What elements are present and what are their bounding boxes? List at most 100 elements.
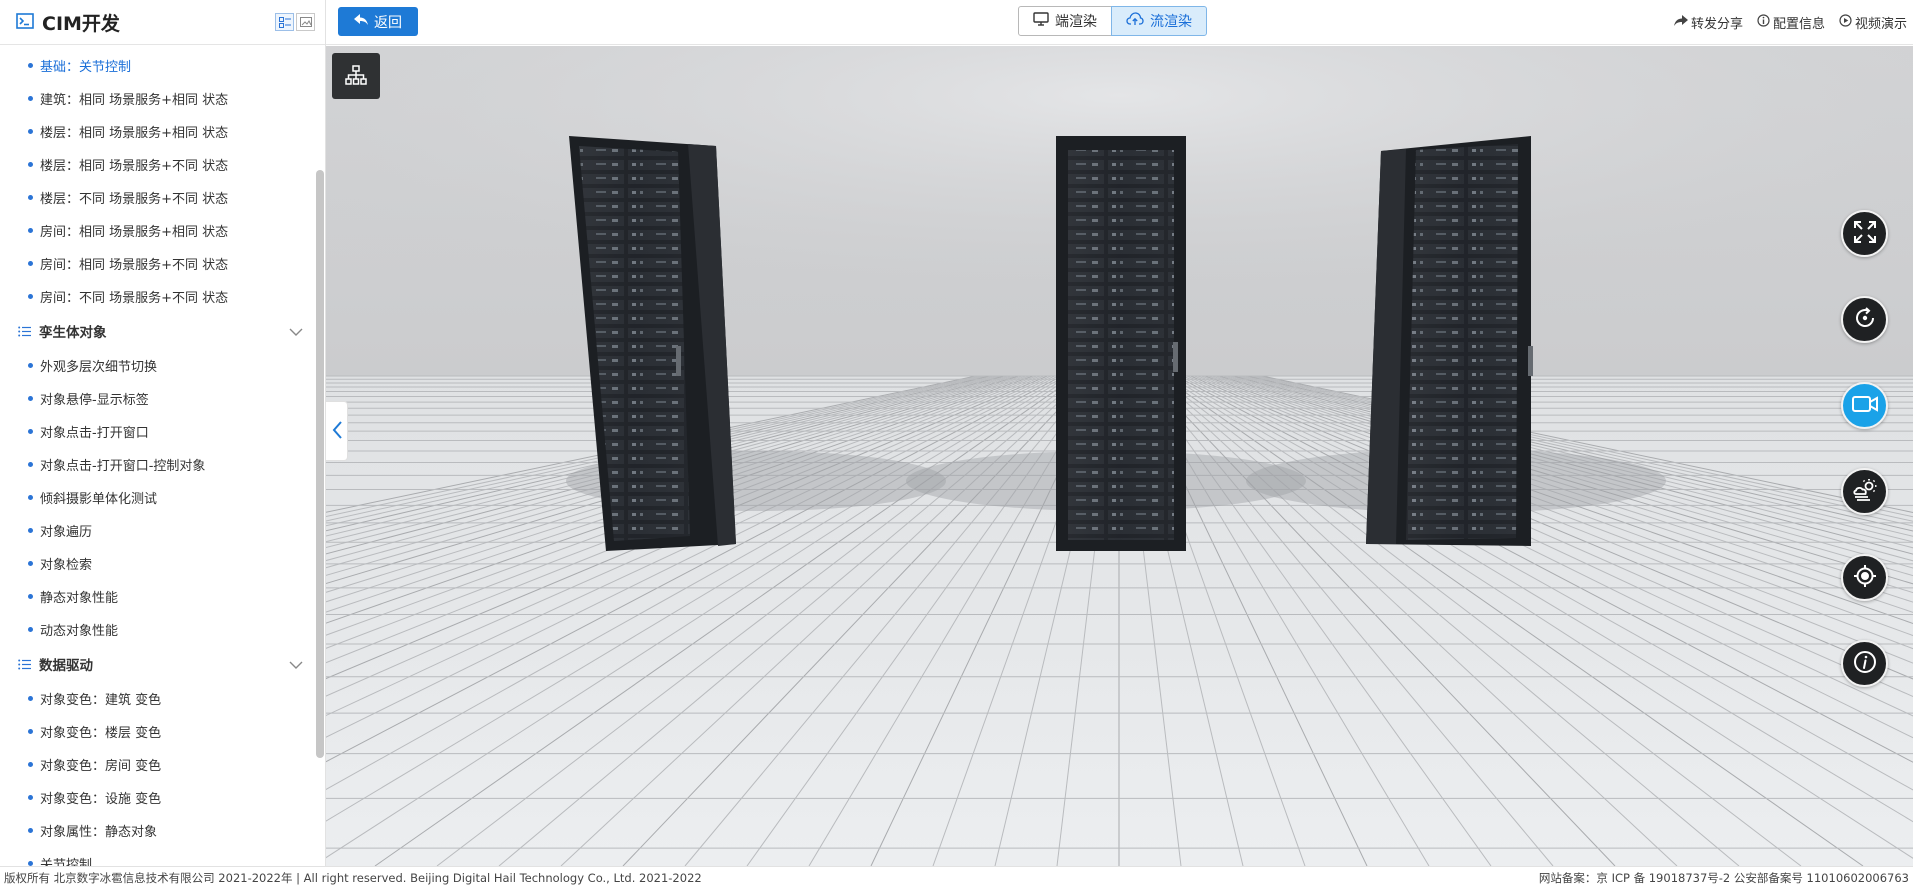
sidebar-item[interactable]: 关节控制: [0, 847, 325, 866]
rotate-icon: [1853, 306, 1877, 333]
bullet-icon: [28, 729, 33, 734]
bullet-icon: [28, 162, 33, 167]
icp-text: 网站备案：京 ICP 备 19018737号-2 公安部备案号 11010602…: [1538, 871, 1909, 885]
locate-button[interactable]: [1841, 554, 1888, 601]
sidebar-item[interactable]: 房间：相同 场景服务+不同 状态: [0, 247, 325, 280]
sidebar-item[interactable]: 对象变色：建筑 变色: [0, 682, 325, 715]
client-render-button[interactable]: 端渲染: [1018, 6, 1112, 36]
weather-icon: [1852, 478, 1878, 505]
sidebar-group-label: 数据驱动: [39, 658, 93, 674]
top-links: 转发分享 配置信息 视频演示: [1673, 13, 1907, 32]
bullet-icon: [28, 363, 33, 368]
monitor-icon: [1033, 12, 1049, 30]
sidebar-item-label: 对象点击-打开窗口: [40, 426, 149, 441]
sidebar-item[interactable]: 基础：关节控制: [0, 49, 325, 82]
sidebar-item-label: 建筑：相同 场景服务+相同 状态: [40, 93, 229, 108]
bullet-icon: [28, 696, 33, 701]
sidebar-item-label: 对象变色：建筑 变色: [40, 693, 162, 708]
share-link[interactable]: 转发分享: [1673, 13, 1743, 32]
locate-icon: [1853, 564, 1877, 591]
client-render-label: 端渲染: [1055, 14, 1097, 30]
info-icon: [1853, 650, 1877, 677]
server-rack-3[interactable]: [1366, 136, 1533, 546]
fullscreen-button[interactable]: [1841, 210, 1888, 257]
share-label: 转发分享: [1690, 17, 1743, 32]
sidebar-scrollbar[interactable]: [316, 170, 324, 758]
chevron-left-icon: [332, 420, 342, 442]
sidebar-item[interactable]: 动态对象性能: [0, 613, 325, 646]
sidebar-item[interactable]: 静态对象性能: [0, 580, 325, 613]
info-circle-icon: [1757, 14, 1770, 31]
sidebar-item[interactable]: 对象检索: [0, 547, 325, 580]
sidebar-item[interactable]: 对象遍历: [0, 514, 325, 547]
video-link[interactable]: 视频演示: [1839, 13, 1907, 32]
bullet-icon: [28, 528, 33, 533]
bullet-icon: [28, 594, 33, 599]
scene-tree-button[interactable]: [332, 53, 380, 99]
sidebar-item[interactable]: 对象变色：设施 变色: [0, 781, 325, 814]
sidebar-item-label: 倾斜摄影单体化测试: [40, 492, 158, 507]
bullet-icon: [28, 228, 33, 233]
sidebar-item-label: 楼层：不同 场景服务+不同 状态: [40, 192, 229, 207]
terminal-icon: [16, 12, 36, 32]
cloud-upload-icon: [1126, 12, 1144, 30]
chevron-down-icon[interactable]: [289, 658, 303, 674]
bullet-icon: [28, 495, 33, 500]
sidebar-item[interactable]: 楼层：相同 场景服务+相同 状态: [0, 115, 325, 148]
rotate-button[interactable]: [1841, 296, 1888, 343]
sidebar-item[interactable]: 房间：相同 场景服务+相同 状态: [0, 214, 325, 247]
sidebar-item[interactable]: 对象变色：楼层 变色: [0, 715, 325, 748]
sidebar-item[interactable]: 对象点击-打开窗口-控制对象: [0, 448, 325, 481]
camera-record-icon: [1851, 394, 1878, 417]
fullscreen-icon: [1853, 220, 1877, 247]
sidebar-item[interactable]: 建筑：相同 场景服务+相同 状态: [0, 82, 325, 115]
viewport-tools: [1841, 210, 1888, 687]
back-button-label: 返回: [374, 14, 402, 31]
bullet-icon: [28, 294, 33, 299]
sidebar-item-label: 对象变色：楼层 变色: [40, 726, 162, 741]
scene-canvas[interactable]: [326, 46, 1913, 866]
sidebar-group-data-driven[interactable]: 数据驱动: [0, 646, 325, 682]
hierarchy-icon: [345, 64, 367, 88]
sidebar-item[interactable]: 楼层：相同 场景服务+不同 状态: [0, 148, 325, 181]
copyright-text: 版权所有 北京数字冰雹信息技术有限公司 2021-2022年 | All rig…: [4, 871, 702, 885]
sidebar-header: CIM开发: [0, 0, 325, 45]
config-label: 配置信息: [1772, 17, 1825, 32]
sidebar-item[interactable]: 对象变色：房间 变色: [0, 748, 325, 781]
list-view-icon[interactable]: [275, 13, 294, 31]
chevron-down-icon[interactable]: [289, 325, 303, 341]
sidebar-item[interactable]: 外观多层次细节切换: [0, 349, 325, 382]
sidebar-item-label: 静态对象性能: [40, 591, 119, 606]
sidebar-item[interactable]: 对象悬停-显示标签: [0, 382, 325, 415]
sidebar-item[interactable]: 房间：不同 场景服务+不同 状态: [0, 280, 325, 313]
bullet-icon: [28, 129, 33, 134]
weather-button[interactable]: [1841, 468, 1888, 515]
image-view-icon[interactable]: [296, 13, 315, 31]
server-rack-2[interactable]: [1056, 136, 1186, 551]
list-icon: [18, 326, 31, 337]
stream-render-label: 流渲染: [1150, 14, 1192, 30]
sidebar-item[interactable]: 对象属性：静态对象: [0, 814, 325, 847]
footer: 版权所有 北京数字冰雹信息技术有限公司 2021-2022年 | All rig…: [0, 866, 1913, 889]
sidebar-group-twin-objects[interactable]: 孪生体对象: [0, 313, 325, 349]
view-toggle-group: [275, 13, 315, 31]
sidebar-item[interactable]: 对象点击-打开窗口: [0, 415, 325, 448]
sidebar-collapse-button[interactable]: [326, 401, 348, 461]
back-button[interactable]: 返回: [338, 7, 418, 36]
sidebar-item[interactable]: 倾斜摄影单体化测试: [0, 481, 325, 514]
video-label: 视频演示: [1854, 17, 1907, 32]
sidebar-item[interactable]: 楼层：不同 场景服务+不同 状态: [0, 181, 325, 214]
sidebar-item-label: 基础：关节控制: [40, 60, 132, 75]
info-button[interactable]: [1841, 640, 1888, 687]
3d-viewport[interactable]: [326, 46, 1913, 866]
bullet-icon: [28, 795, 33, 800]
sidebar-group-label: 孪生体对象: [39, 325, 107, 341]
app-title: CIM开发: [42, 12, 120, 35]
config-link[interactable]: 配置信息: [1757, 13, 1825, 32]
bullet-icon: [28, 96, 33, 101]
share-arrow-icon: [1673, 14, 1688, 31]
stream-render-button[interactable]: 流渲染: [1111, 6, 1207, 36]
sidebar-item-label: 对象悬停-显示标签: [40, 393, 149, 408]
record-button[interactable]: [1841, 382, 1888, 429]
sidebar-item-label: 对象检索: [40, 558, 93, 573]
